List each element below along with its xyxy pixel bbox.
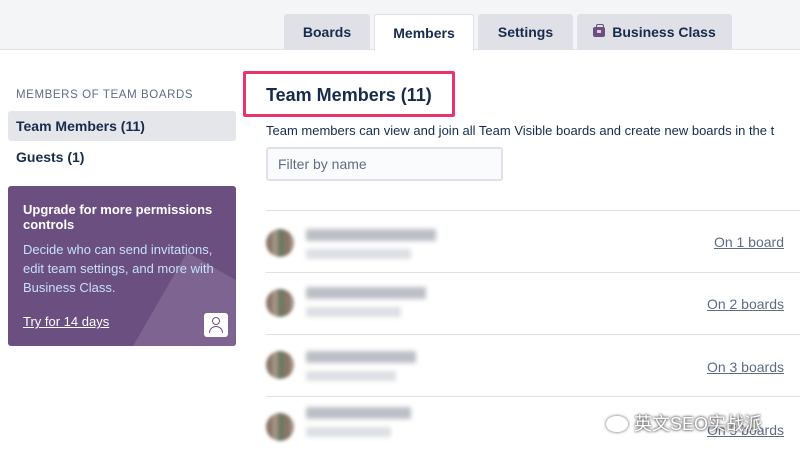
boards-count-link[interactable]: On 3 boards [707,359,784,375]
sidebar-item-team-members[interactable]: Team Members (11) [8,111,236,141]
blurred-username [306,307,401,317]
tab-settings-label: Settings [497,24,554,40]
blurred-name [306,287,426,299]
person-icon [204,313,228,337]
page-title: Team Members (11) [266,85,432,105]
tab-boards[interactable]: Boards [284,14,370,50]
tab-business-class-label: Business Class [612,24,716,40]
try-free-link[interactable]: Try for 14 days [23,314,109,329]
blurred-name [306,229,436,241]
tab-boards-label: Boards [302,24,352,40]
avatar[interactable] [266,413,294,441]
filter-input[interactable] [266,147,503,181]
boards-count-link[interactable]: On 1 board [714,234,784,250]
sidebar-item-label: Team Members (11) [16,118,145,134]
upgrade-description: Decide who can send invitations, edit te… [23,242,214,295]
member-row: On 1 board [266,211,800,271]
page-description: Team members can view and join all Team … [266,123,775,138]
watermark: 英文SEO实战派 [606,410,762,436]
watermark-text: 英文SEO实战派 [634,414,763,434]
tab-members-label: Members [393,25,455,41]
sidebar-item-label: Guests (1) [16,149,85,165]
blurred-username [306,427,391,437]
blurred-username [306,371,396,381]
sidebar-item-guests[interactable]: Guests (1) [8,142,236,172]
wechat-icon [606,416,628,432]
blurred-name [306,407,411,419]
member-row: On 3 boards [266,335,800,395]
briefcase-icon [593,24,606,37]
tab-settings[interactable]: Settings [478,14,573,50]
tab-business-class[interactable]: Business Class [577,14,732,50]
member-row: On 2 boards [266,273,800,333]
upgrade-title: Upgrade for more permissions controls [23,202,213,232]
avatar[interactable] [266,289,294,317]
blurred-username [306,249,411,259]
sidebar-heading: MEMBERS OF TEAM BOARDS [16,89,194,101]
blurred-name [306,351,416,363]
top-tab-bar: Boards Members Settings Business Class [0,0,800,51]
tab-members[interactable]: Members [374,14,474,51]
upgrade-card: Upgrade for more permissions controls De… [8,186,236,346]
boards-count-link[interactable]: On 2 boards [707,296,784,312]
avatar[interactable] [266,229,294,257]
avatar[interactable] [266,351,294,379]
